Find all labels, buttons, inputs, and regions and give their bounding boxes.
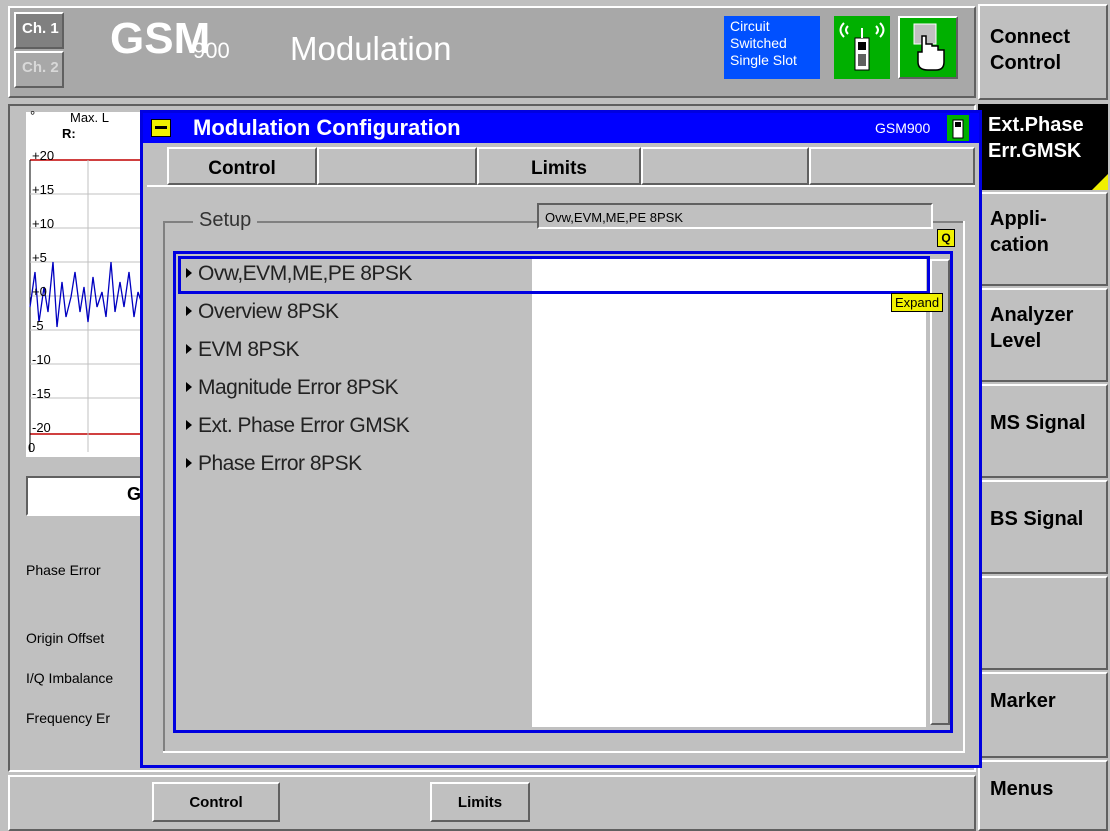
ytick-label: -15	[32, 386, 51, 401]
setup-frame-right	[963, 221, 965, 751]
result-label-origin-offset: Origin Offset	[26, 630, 105, 646]
expand-arrow-icon	[186, 306, 192, 316]
tree-item-ext-phase-error-gmsk[interactable]: Ext. Phase Error GMSK	[186, 414, 410, 438]
tree-item-phase-error-8psk[interactable]: Phase Error 8PSK	[186, 452, 362, 476]
tree-item-label: Overview 8PSK	[198, 300, 339, 323]
setup-frame-left	[163, 221, 165, 751]
tree-item-label: Ext. Phase Error GMSK	[198, 414, 410, 437]
tree-item-label: EVM 8PSK	[198, 338, 300, 361]
softkey-ext-phase-err-gmsk[interactable]: Ext.Phase Err.GMSK	[978, 104, 1108, 190]
softkey-bs-signal[interactable]: BS Signal	[978, 480, 1108, 574]
ytick-label: -5	[32, 318, 44, 333]
expand-arrow-icon	[186, 420, 192, 430]
mobile-phone-icon	[947, 115, 969, 141]
softkey-marker[interactable]: Marker	[978, 672, 1108, 758]
connection-status-line: Switched	[730, 35, 787, 51]
refresh-icon[interactable]: Q	[937, 229, 955, 247]
dialog-band: GSM900	[875, 120, 931, 136]
hand-pointer-icon[interactable]	[898, 16, 958, 79]
result-label-iq-imbalance: I/Q Imbalance	[26, 670, 114, 686]
softkey-menus[interactable]: Menus	[978, 760, 1108, 831]
tree-item-overview-8psk[interactable]: Overview 8PSK	[186, 300, 339, 324]
ytick-label: -20	[32, 420, 51, 435]
ytick-label: -10	[32, 352, 51, 367]
result-title: G	[26, 476, 151, 516]
mode-label: Modulation	[290, 30, 452, 67]
setup-label: Setup	[193, 209, 258, 232]
hotkey-control[interactable]: Control	[152, 782, 280, 822]
expand-arrow-icon	[186, 458, 192, 468]
expand-arrow-icon	[186, 344, 192, 354]
tab-empty-3[interactable]	[809, 147, 975, 185]
connection-status-line: Single Slot	[730, 52, 797, 68]
tab-divider	[147, 185, 975, 187]
setup-tree-panel: Ovw,EVM,ME,PE 8PSK Overview 8PSK EVM 8PS…	[173, 251, 953, 733]
softkey-empty[interactable]	[978, 576, 1108, 670]
expand-arrow-icon	[186, 382, 192, 392]
tab-empty-2[interactable]	[641, 147, 809, 185]
setup-frame-bottom	[163, 751, 965, 753]
connection-status-line: Circuit	[730, 18, 770, 34]
hotkey-limits[interactable]: Limits	[430, 782, 530, 822]
expand-arrow-icon	[186, 268, 192, 278]
tab-control[interactable]: Control	[167, 147, 317, 185]
result-label-phase-error: Phase Error	[26, 562, 101, 578]
ytick-label: +20	[32, 148, 55, 163]
tab-empty-1[interactable]	[317, 147, 477, 185]
ytick-label: +10	[32, 216, 55, 231]
softkey-ms-signal[interactable]: MS Signal	[978, 384, 1108, 478]
tab-limits[interactable]: Limits	[477, 147, 641, 185]
dialog-title: Modulation Configuration	[193, 115, 461, 140]
modulation-configuration-dialog: Modulation Configuration GSM900 Control …	[140, 110, 982, 768]
expand-button[interactable]: Expand	[891, 293, 944, 312]
band-label: 900	[193, 38, 230, 63]
tree-item-label: Phase Error 8PSK	[198, 452, 362, 475]
softkey-label: Ext.Phase Err.GMSK	[988, 114, 1084, 162]
tree-item-label: Ovw,EVM,ME,PE 8PSK	[198, 262, 412, 285]
minimize-icon[interactable]	[151, 119, 171, 137]
channel-2-button[interactable]: Ch. 2	[14, 51, 64, 88]
channel-1-button[interactable]: Ch. 1	[14, 12, 64, 49]
result-label-frequency-error: Frequency Er	[26, 710, 111, 726]
softkey-active-corner	[1092, 174, 1108, 190]
softkey-connect-control[interactable]: Connect Control	[978, 4, 1108, 100]
mobile-phone-icon	[834, 16, 890, 79]
ytick-label: +0	[32, 284, 47, 299]
softkey-analyzer-level[interactable]: Analyzer Level	[978, 288, 1108, 382]
tree-item-column	[179, 257, 531, 727]
tree-scrollbar[interactable]	[930, 259, 950, 725]
xtick-label: 0	[28, 440, 36, 455]
softkey-application[interactable]: Appli- cation	[978, 192, 1108, 286]
phase-error-graph: ° Max. L R: +20 +15 +10 +5 +0 -5 -10 -15…	[26, 108, 151, 457]
ytick-label: +15	[32, 182, 55, 197]
setup-value-field[interactable]: Ovw,EVM,ME,PE 8PSK	[537, 203, 933, 229]
dialog-titlebar: Modulation Configuration GSM900	[143, 113, 979, 143]
connection-status-badge: Circuit Switched Single Slot	[724, 16, 820, 79]
tree-item-magnitude-error-8psk[interactable]: Magnitude Error 8PSK	[186, 376, 399, 400]
tree-item-label: Magnitude Error 8PSK	[198, 376, 399, 399]
ytick-label: +5	[32, 250, 47, 265]
tree-item-ovw-evm-me-pe-8psk[interactable]: Ovw,EVM,ME,PE 8PSK	[186, 262, 412, 286]
tree-item-evm-8psk[interactable]: EVM 8PSK	[186, 338, 300, 362]
tree-value-column	[532, 257, 926, 727]
